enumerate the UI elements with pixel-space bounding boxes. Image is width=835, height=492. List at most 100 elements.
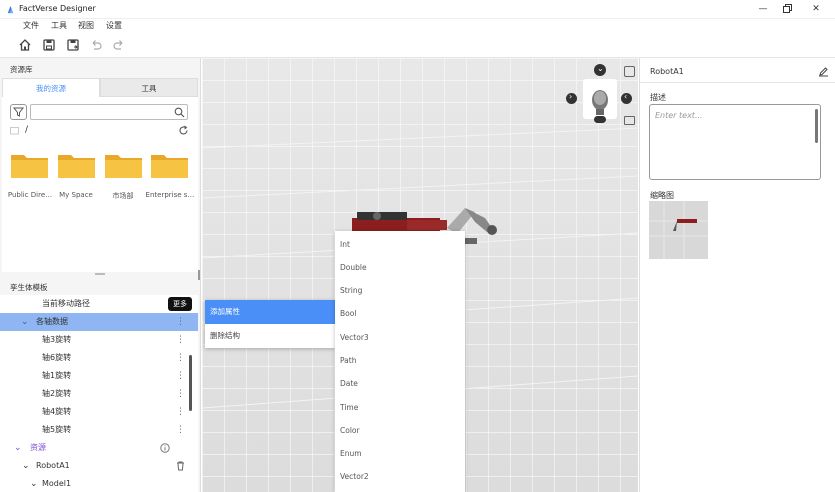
more-icon[interactable]: ⋮ — [176, 331, 185, 349]
minimize-button[interactable]: — — [755, 2, 771, 16]
description-placeholder: Enter text... — [655, 111, 703, 120]
type-int[interactable]: Int — [340, 240, 350, 249]
type-string[interactable]: String — [340, 286, 362, 295]
type-vector2[interactable]: Vector2 — [340, 472, 369, 481]
chevron-down-icon[interactable]: ⌄ — [22, 457, 30, 475]
add-property-menu-item[interactable]: 添加属性 — [205, 300, 335, 324]
maximize-button[interactable] — [779, 2, 795, 16]
tree-row-label: 轴3旋转 — [42, 335, 72, 344]
more-icon[interactable]: ⋮ — [176, 385, 185, 403]
chevron-down-icon[interactable]: ⌄ — [21, 313, 29, 331]
chevron-down-icon[interactable]: ⌄ — [30, 475, 38, 492]
title-bar: FactVerse Designer — ✕ — [0, 0, 835, 19]
type-date[interactable]: Date — [340, 379, 358, 388]
object-name: RobotA1 — [650, 67, 684, 76]
tree-row-label: 资源 — [30, 443, 46, 452]
folder-enterprise[interactable] — [151, 152, 188, 180]
type-time[interactable]: Time — [340, 403, 358, 412]
trash-icon[interactable] — [176, 461, 185, 471]
rotate-right-button[interactable]: ‹ — [621, 92, 632, 104]
type-bool[interactable]: Bool — [340, 309, 356, 318]
save-as-icon[interactable] — [66, 38, 80, 52]
camera-mode-icon[interactable] — [624, 66, 635, 77]
tree-row-selected[interactable]: ⌄ 各轴数据 ⋮ — [0, 313, 198, 331]
more-icon[interactable]: ⋮ — [176, 349, 185, 367]
more-icon[interactable]: ⋮ — [176, 367, 185, 385]
rotate-left-button[interactable]: › — [566, 92, 577, 104]
type-double[interactable]: Double — [340, 263, 367, 272]
scrollbar-thumb-top[interactable] — [198, 270, 200, 280]
twin-tree: 当前移动路径 ⌄ 各轴数据 ⋮ 轴3旋转 ⋮ 轴6旋转 ⋮ 轴1旋转 ⋮ 轴2旋… — [0, 295, 198, 492]
tree-row[interactable]: 轴4旋转 ⋮ — [0, 403, 198, 421]
folder-my-space[interactable] — [58, 152, 95, 180]
folder-icon — [105, 155, 142, 178]
search-icon[interactable] — [174, 107, 185, 118]
info-icon[interactable] — [160, 443, 170, 453]
divider — [640, 82, 835, 83]
current-path: / — [25, 125, 29, 135]
restore-icon — [782, 4, 792, 13]
delete-structure-menu-item[interactable]: 删除结构 — [205, 324, 335, 348]
chevron-down-icon: ⌄ — [597, 64, 604, 73]
more-icon[interactable]: ⋮ — [176, 313, 185, 331]
edit-icon[interactable] — [818, 66, 829, 77]
tree-row-label: 轴6旋转 — [42, 353, 72, 362]
rotate-down-button[interactable] — [594, 116, 606, 123]
save-icon[interactable] — [42, 38, 56, 52]
folder-public-directory[interactable] — [11, 152, 48, 180]
tree-row-robot[interactable]: ⌄ RobotA1 — [0, 457, 198, 475]
folder-label: Enterprise s… — [145, 191, 195, 199]
refresh-icon[interactable] — [178, 125, 189, 136]
home-icon[interactable] — [18, 38, 32, 52]
tree-row[interactable]: 轴6旋转 ⋮ — [0, 349, 198, 367]
more-tooltip: 更多 — [168, 297, 192, 311]
folder-label: Public Dire… — [7, 191, 53, 199]
folder-icon — [11, 155, 48, 178]
textarea-scrollbar[interactable] — [815, 109, 818, 143]
menu-tools[interactable]: 工具 — [51, 20, 67, 31]
type-enum[interactable]: Enum — [340, 449, 362, 458]
type-color[interactable]: Color — [340, 426, 360, 435]
tree-row[interactable]: 轴2旋转 ⋮ — [0, 385, 198, 403]
more-icon[interactable]: ⋮ — [176, 421, 185, 439]
rotate-up-button[interactable]: ⌄ — [594, 64, 606, 76]
type-vector3[interactable]: Vector3 — [340, 333, 369, 342]
filter-button[interactable] — [10, 104, 27, 120]
library-label: 资源库 — [10, 65, 33, 74]
tree-row-resources[interactable]: ⌄ 资源 — [0, 439, 198, 457]
tree-row[interactable]: 轴1旋转 ⋮ — [0, 367, 198, 385]
tree-row[interactable]: 轴5旋转 ⋮ — [0, 421, 198, 439]
menu-view[interactable]: 视图 — [78, 20, 94, 31]
close-window-button[interactable]: ✕ — [808, 2, 824, 16]
tree-scrollbar[interactable] — [189, 355, 192, 411]
description-textarea[interactable]: Enter text... — [649, 104, 821, 180]
tree-row-label: 当前移动路径 — [42, 299, 90, 308]
properties-panel: RobotA1 描述 Enter text... 缩略图 — [639, 58, 835, 492]
type-path[interactable]: Path — [340, 356, 356, 365]
view-cube[interactable] — [583, 79, 617, 119]
menu-settings[interactable]: 设置 — [106, 20, 122, 31]
screen-icon[interactable] — [624, 116, 635, 125]
library-content — [2, 97, 198, 272]
tree-row-label: RobotA1 — [36, 461, 70, 470]
chevron-down-icon[interactable]: ⌄ — [14, 439, 22, 457]
menu-file[interactable]: 文件 — [23, 20, 39, 31]
tree-row-label: 轴1旋转 — [42, 371, 72, 380]
tab-my-resources[interactable]: 我的资源 — [2, 78, 100, 97]
folder-marketing[interactable] — [105, 152, 142, 180]
splitter-handle[interactable] — [95, 273, 105, 275]
description-label: 描述 — [650, 93, 666, 102]
more-icon[interactable]: ⋮ — [176, 403, 185, 421]
thumbnail-label: 缩略图 — [650, 191, 674, 200]
redo-icon[interactable] — [112, 38, 126, 52]
app-logo-icon — [7, 5, 14, 14]
undo-icon[interactable] — [89, 38, 103, 52]
folder-icon — [58, 155, 95, 178]
tab-tools[interactable]: 工具 — [100, 78, 198, 97]
tree-row-model[interactable]: ⌄ Model1 — [0, 475, 198, 492]
tree-row-label: 轴4旋转 — [42, 407, 72, 416]
head-avatar-icon — [592, 90, 608, 115]
search-input[interactable] — [30, 104, 188, 120]
tree-row[interactable]: 轴3旋转 ⋮ — [0, 331, 198, 349]
property-type-submenu: Int Double String Bool Vector3 Path Date… — [335, 231, 465, 492]
